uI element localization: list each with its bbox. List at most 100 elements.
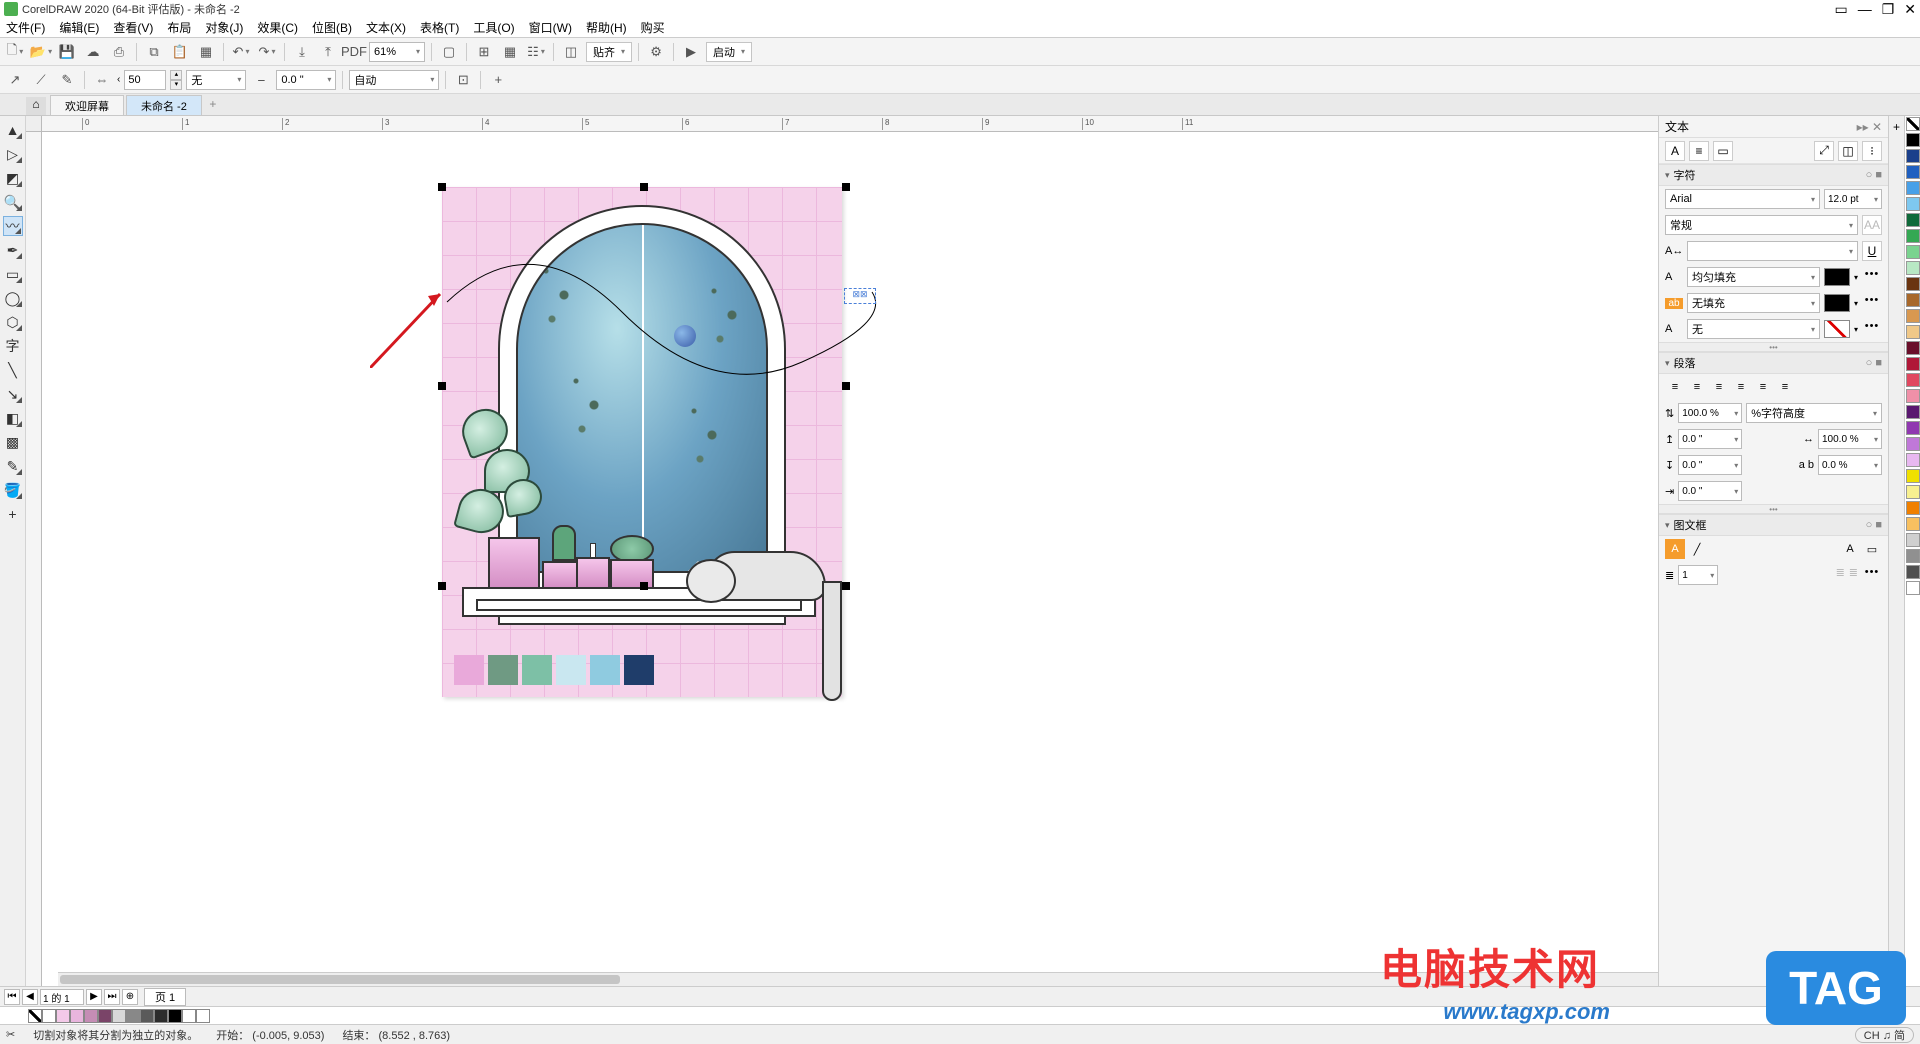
frame-link-icon[interactable]: ▭: [1862, 539, 1882, 559]
color-swatch[interactable]: [1906, 213, 1920, 227]
cut-button[interactable]: ▦: [195, 41, 217, 63]
artistic-media-tool[interactable]: ✒: [3, 240, 23, 260]
new-button[interactable]: 🗋: [4, 41, 26, 63]
color-swatch[interactable]: [1906, 325, 1920, 339]
connector-tool[interactable]: ↘: [3, 384, 23, 404]
more-icon[interactable]: ⁝: [1862, 141, 1882, 161]
ruler-vertical[interactable]: [26, 132, 42, 986]
color-swatch[interactable]: [1906, 261, 1920, 275]
color-swatch[interactable]: [1906, 357, 1920, 371]
section-paragraph[interactable]: 段落○ ■: [1659, 352, 1888, 374]
menu-table[interactable]: 表格(T): [420, 19, 459, 36]
ruler-horizontal[interactable]: 01 23 45 67 89 1011: [42, 116, 1658, 132]
prev-page-button[interactable]: ◀: [22, 989, 38, 1005]
selection-handle[interactable]: [438, 183, 446, 191]
valign-top-icon[interactable]: A: [1840, 539, 1860, 559]
auto-select[interactable]: 自动: [349, 70, 439, 90]
snap-combo[interactable]: 贴齐: [586, 42, 632, 62]
frame-none-icon[interactable]: ╱: [1687, 539, 1707, 559]
launch-combo[interactable]: 启动: [706, 42, 752, 62]
color-swatch[interactable]: [56, 1009, 70, 1023]
selection-handle[interactable]: [640, 582, 648, 590]
outline-width-select[interactable]: 0.0 ": [276, 70, 336, 90]
font-family-select[interactable]: Arial: [1665, 189, 1820, 209]
pen-icon[interactable]: ✎: [56, 69, 78, 91]
page-indicator[interactable]: 1 的 1: [40, 989, 84, 1005]
para-text-icon[interactable]: ≡: [1689, 141, 1709, 161]
bezier-icon[interactable]: ⟋: [30, 69, 52, 91]
kerning-select[interactable]: [1687, 241, 1858, 261]
text-tool[interactable]: 字: [3, 336, 23, 356]
color-swatch[interactable]: [140, 1009, 154, 1023]
color-swatch[interactable]: [196, 1009, 210, 1023]
new-tab-button[interactable]: +: [204, 97, 222, 115]
drop-shadow-tool[interactable]: ◧: [3, 408, 23, 428]
color-swatch[interactable]: [1906, 469, 1920, 483]
fill-more-button[interactable]: •••: [1862, 268, 1882, 286]
eyedropper-tool[interactable]: ✎: [3, 456, 23, 476]
color-swatch[interactable]: [42, 1009, 56, 1023]
undo-button[interactable]: ↶: [230, 41, 252, 63]
popout-icon[interactable]: ◫: [1838, 141, 1858, 161]
page-tab[interactable]: 页 1: [144, 988, 186, 1006]
menu-edit[interactable]: 编辑(E): [59, 19, 99, 36]
color-swatch[interactable]: [1906, 533, 1920, 547]
color-swatch[interactable]: [1906, 453, 1920, 467]
artistic-text-icon[interactable]: A: [1665, 141, 1685, 161]
color-swatch[interactable]: [1906, 501, 1920, 515]
indent-input[interactable]: 0.0 ": [1678, 481, 1742, 501]
selection-handle[interactable]: [438, 382, 446, 390]
color-swatch[interactable]: [1906, 197, 1920, 211]
color-swatch[interactable]: [1906, 517, 1920, 531]
color-swatch[interactable]: [84, 1009, 98, 1023]
pdf-button[interactable]: PDF: [343, 41, 365, 63]
line-start-icon[interactable]: ⎯: [250, 69, 272, 91]
color-swatch[interactable]: [1906, 581, 1920, 595]
color-swatch[interactable]: [168, 1009, 182, 1023]
open-button[interactable]: 📂: [30, 41, 52, 63]
freehand-icon[interactable]: ↗: [4, 69, 26, 91]
align-right-icon[interactable]: ≡: [1731, 377, 1751, 397]
color-swatch[interactable]: [1906, 373, 1920, 387]
tab-welcome[interactable]: 欢迎屏幕: [50, 95, 124, 115]
menu-bitmap[interactable]: 位图(B): [312, 19, 352, 36]
close-icon[interactable]: ✕: [1904, 1, 1916, 18]
gear-icon[interactable]: ○ ■: [1866, 519, 1882, 531]
color-swatch[interactable]: [1906, 565, 1920, 579]
outline-more-button[interactable]: •••: [1862, 320, 1882, 338]
next-page-button[interactable]: ▶: [86, 989, 102, 1005]
zoom-combo[interactable]: 61%: [369, 42, 425, 62]
view-button[interactable]: ☷: [525, 41, 547, 63]
align-justify-icon[interactable]: ≡: [1753, 377, 1773, 397]
menu-buy[interactable]: 购买: [641, 19, 665, 36]
before-input[interactable]: 0.0 ": [1678, 429, 1742, 449]
help-icon[interactable]: ▭: [1834, 1, 1847, 18]
color-swatch[interactable]: [1906, 485, 1920, 499]
bbox-icon[interactable]: ⊡: [452, 69, 474, 91]
columns-input[interactable]: 1: [1678, 565, 1718, 585]
options-button[interactable]: ⚙: [645, 41, 667, 63]
tab-document[interactable]: 未命名 -2: [126, 95, 202, 115]
pick-tool[interactable]: ▲: [3, 120, 23, 140]
text-cursor[interactable]: ⊠⊠: [844, 288, 876, 304]
align-force-icon[interactable]: ≡: [1775, 377, 1795, 397]
copy-button[interactable]: ⧉: [143, 41, 165, 63]
color-swatch[interactable]: [1906, 229, 1920, 243]
color-swatch[interactable]: [1906, 181, 1920, 195]
menu-file[interactable]: 文件(F): [6, 19, 45, 36]
frame-more-button[interactable]: •••: [1862, 566, 1882, 584]
polygon-tool[interactable]: ⬡: [3, 312, 23, 332]
frame-text-icon[interactable]: ▭: [1713, 141, 1733, 161]
menu-effect[interactable]: 效果(C): [257, 19, 298, 36]
color-swatch[interactable]: [154, 1009, 168, 1023]
crop-tool[interactable]: ◩: [3, 168, 23, 188]
last-page-button[interactable]: ⏭: [104, 989, 120, 1005]
redo-button[interactable]: ↷: [256, 41, 278, 63]
rectangle-tool[interactable]: ▭: [3, 264, 23, 284]
outline-color[interactable]: [1824, 320, 1850, 338]
home-icon[interactable]: ⌂: [26, 97, 46, 115]
export-button[interactable]: ⤒: [317, 41, 339, 63]
canvas[interactable]: ⊠⊠: [42, 132, 1658, 986]
bgfill-type-select[interactable]: 无填充: [1687, 293, 1820, 313]
color-swatch[interactable]: [98, 1009, 112, 1023]
